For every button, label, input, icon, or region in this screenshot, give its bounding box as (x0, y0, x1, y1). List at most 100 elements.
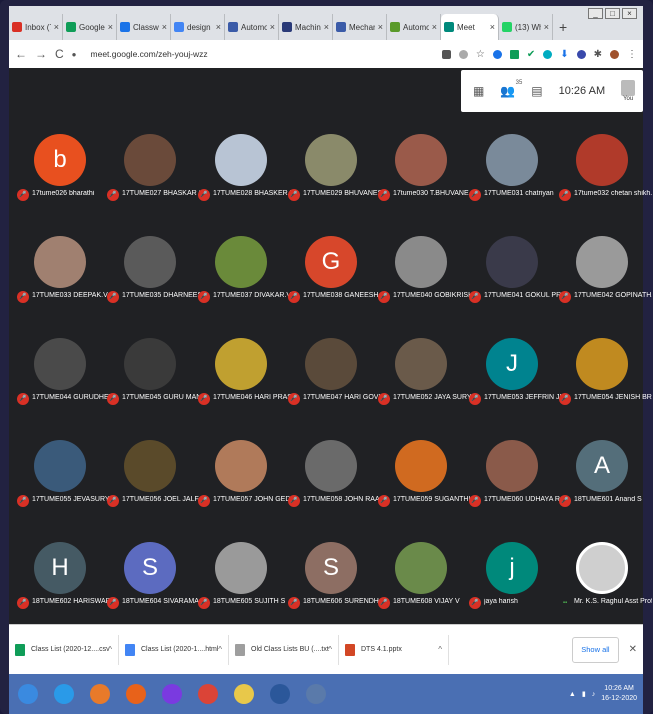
participants-icon[interactable]: 👥 35 (500, 80, 522, 98)
tab-close-icon[interactable]: × (108, 22, 113, 32)
tab-close-icon[interactable]: × (270, 22, 275, 32)
chevron-up-icon[interactable]: ^ (108, 645, 112, 654)
participant-tile[interactable]: 🎤 17TUME058 JOHN RAA... (286, 440, 381, 540)
participant-tile[interactable]: 🎤 17TUME044 GURUDHEV... (15, 338, 110, 438)
internet-explorer-icon[interactable] (49, 679, 79, 709)
meet-grid: ▦ 👥 35 ▤ 10:26 AM You b 🎤 17tume026 bharath… (9, 68, 652, 624)
participant-tile[interactable]: 🎤 17TUME047 HARI GOVI... (286, 338, 381, 438)
participant-tile[interactable]: 🎤 17TUME037 DIVAKAR.V (196, 236, 291, 336)
profile-avatar[interactable] (610, 49, 619, 59)
participant-tile[interactable]: 🎤17TUME055 JEVASURYA... (15, 440, 110, 540)
zoom-icon[interactable] (458, 49, 468, 59)
participant-tile[interactable]: b 🎤 17tume026 bharathi (15, 134, 105, 234)
camera-icon[interactable] (441, 49, 451, 59)
mic-muted-icon: 🎤 (378, 393, 390, 405)
tab-5[interactable]: Machine× (279, 14, 333, 40)
mic-muted-icon: 🎤 (107, 189, 119, 201)
media-player-icon[interactable] (85, 679, 115, 709)
participant-tile[interactable]: G 🎤 17TUME038 GANEESH.R (286, 236, 381, 336)
download-item[interactable]: DTS 4.1.pptx ^ (339, 634, 449, 665)
chat-icon[interactable]: ▤ (531, 84, 542, 98)
participant-tile[interactable]: 🎤 17TUME027 BHASKAR S (105, 134, 200, 234)
puzzle-icon[interactable]: ✱ (594, 49, 602, 60)
media-icon[interactable] (157, 679, 187, 709)
address-bar[interactable]: meet.google.com/zeh-youj-wzz (91, 49, 434, 59)
word-icon[interactable] (265, 679, 295, 709)
tab-4[interactable]: Automotiv× (225, 14, 279, 40)
firefox-icon[interactable] (121, 679, 151, 709)
extension-icon[interactable] (543, 49, 553, 59)
forward-button[interactable]: → (35, 47, 47, 61)
tab-close-icon[interactable]: × (162, 22, 167, 32)
participant-tile[interactable]: 🎤 17TUME052 JAYA SURY... (376, 338, 471, 438)
participant-tile[interactable]: 🎤 17TUME054 JENISH BR... (557, 338, 652, 438)
tab-close-icon[interactable]: × (490, 22, 495, 32)
taskbar-clock[interactable]: 10:26 AM 16-12-2020 (601, 684, 637, 704)
participant-tile[interactable]: J 🎤 17TUME053 JEFFRIN JI... (467, 338, 562, 438)
tab-1[interactable]: Google Sl× (63, 14, 117, 40)
chevron-up-icon[interactable]: ^ (328, 645, 332, 654)
download-icon[interactable]: ⬇ (560, 49, 568, 60)
participant-tile[interactable]: 🎤 17TUME029 BHUVANES... (286, 134, 381, 234)
tab-close-icon[interactable]: × (216, 22, 221, 32)
tray-arrow-icon[interactable]: ▲ (569, 691, 576, 698)
participant-name: 17TUME045 GURU MANI... (122, 394, 200, 401)
maximize-button[interactable]: □ (605, 8, 620, 19)
new-tab-button[interactable]: + (559, 14, 567, 40)
file-explorer-icon[interactable] (229, 679, 259, 709)
participant-tile[interactable]: 🎤 17TUME033 DEEPAK.V (15, 236, 108, 336)
tab-3[interactable]: design of× (171, 14, 225, 40)
participant-tile[interactable]: 🎤17TUME041 GOKUL PRA... (467, 236, 562, 336)
participant-tile[interactable]: A 🎤 18TUME601 Anand S (557, 440, 647, 540)
tab-8[interactable]: Meet × (441, 14, 499, 40)
participant-tile[interactable]: 🎤 17TUME046 HARI PRAS... (196, 338, 291, 438)
participant-tile[interactable]: 🎤 17TUME042 GOPINATH.G (557, 236, 652, 336)
extension-icon[interactable] (576, 49, 586, 59)
chevron-up-icon[interactable]: ^ (438, 645, 442, 654)
tab-0[interactable]: Inbox (7,3× (9, 14, 63, 40)
participant-tile[interactable]: 🎤 17TUME028 BHASKER.M (196, 134, 291, 234)
participant-tile[interactable]: 🎤17TUME045 GURU MANI... (105, 338, 200, 438)
tab-9[interactable]: (13) Whats× (499, 14, 553, 40)
meeting-details-icon[interactable]: ▦ (473, 84, 484, 98)
reload-button[interactable]: C (55, 47, 64, 61)
minimize-button[interactable]: _ (588, 8, 603, 19)
chrome-icon[interactable] (193, 679, 223, 709)
tab-close-icon[interactable]: × (54, 22, 59, 32)
tab-close-icon[interactable]: × (324, 22, 329, 32)
extension-icon[interactable] (492, 49, 502, 59)
tab-close-icon[interactable]: × (378, 22, 383, 32)
participant-tile[interactable]: 🎤 17TUME057 JOHN GED... (196, 440, 291, 540)
close-window-button[interactable]: × (622, 8, 637, 19)
extension-icon[interactable] (509, 49, 519, 59)
tab-close-icon[interactable]: × (544, 22, 549, 32)
participant-tile[interactable]: 🎤 17tume030 T.BHUVANE... (376, 134, 471, 234)
participant-tile[interactable]: 🎤 17tume032 chetan shikh... (557, 134, 652, 234)
download-item[interactable]: Old Class Lists BU (....txt ^ (229, 634, 339, 665)
show-all-button[interactable]: Show all (572, 636, 619, 663)
participant-tile[interactable]: 🎤 17TUME035 DHARNEES... (105, 236, 200, 336)
participant-tile[interactable]: 🎤 17TUME031 chatriyan (467, 134, 557, 234)
tab-close-icon[interactable]: × (432, 22, 437, 32)
menu-icon[interactable]: ⋮ (627, 49, 637, 60)
tab-2[interactable]: Classwork× (117, 14, 171, 40)
participant-tile[interactable]: 🎤 17TUME056 JOEL JALF... (105, 440, 200, 540)
participant-tile[interactable]: 🎤 17TUME040 GOBIKRISH... (376, 236, 471, 336)
participant-tile[interactable]: 🎤 17TUME059 SUGANTHI.M (376, 440, 471, 540)
self-label: You (623, 96, 634, 102)
volume-icon[interactable]: ♪ (592, 691, 596, 698)
app-icon[interactable] (301, 679, 331, 709)
tab-6[interactable]: Mechanic× (333, 14, 387, 40)
download-item[interactable]: Class List (2020-12....csv ^ (9, 634, 119, 665)
bookmark-star-icon[interactable]: ☆ (476, 49, 485, 60)
network-icon[interactable]: ▮ (582, 690, 586, 698)
tab-7[interactable]: Automotiv× (387, 14, 441, 40)
chevron-up-icon[interactable]: ^ (218, 645, 222, 654)
download-item[interactable]: Class List (2020-1....html ^ (119, 634, 229, 665)
mic-muted-icon: 🎤 (17, 291, 29, 303)
check-extension-icon[interactable]: ✔ (527, 49, 535, 60)
windows-start-icon[interactable] (13, 679, 43, 709)
participant-tile[interactable]: 🎤 17TUME060 UDHAYA RA... (467, 440, 562, 540)
close-icon[interactable]: ✕ (629, 644, 637, 655)
back-button[interactable]: ← (15, 47, 27, 61)
